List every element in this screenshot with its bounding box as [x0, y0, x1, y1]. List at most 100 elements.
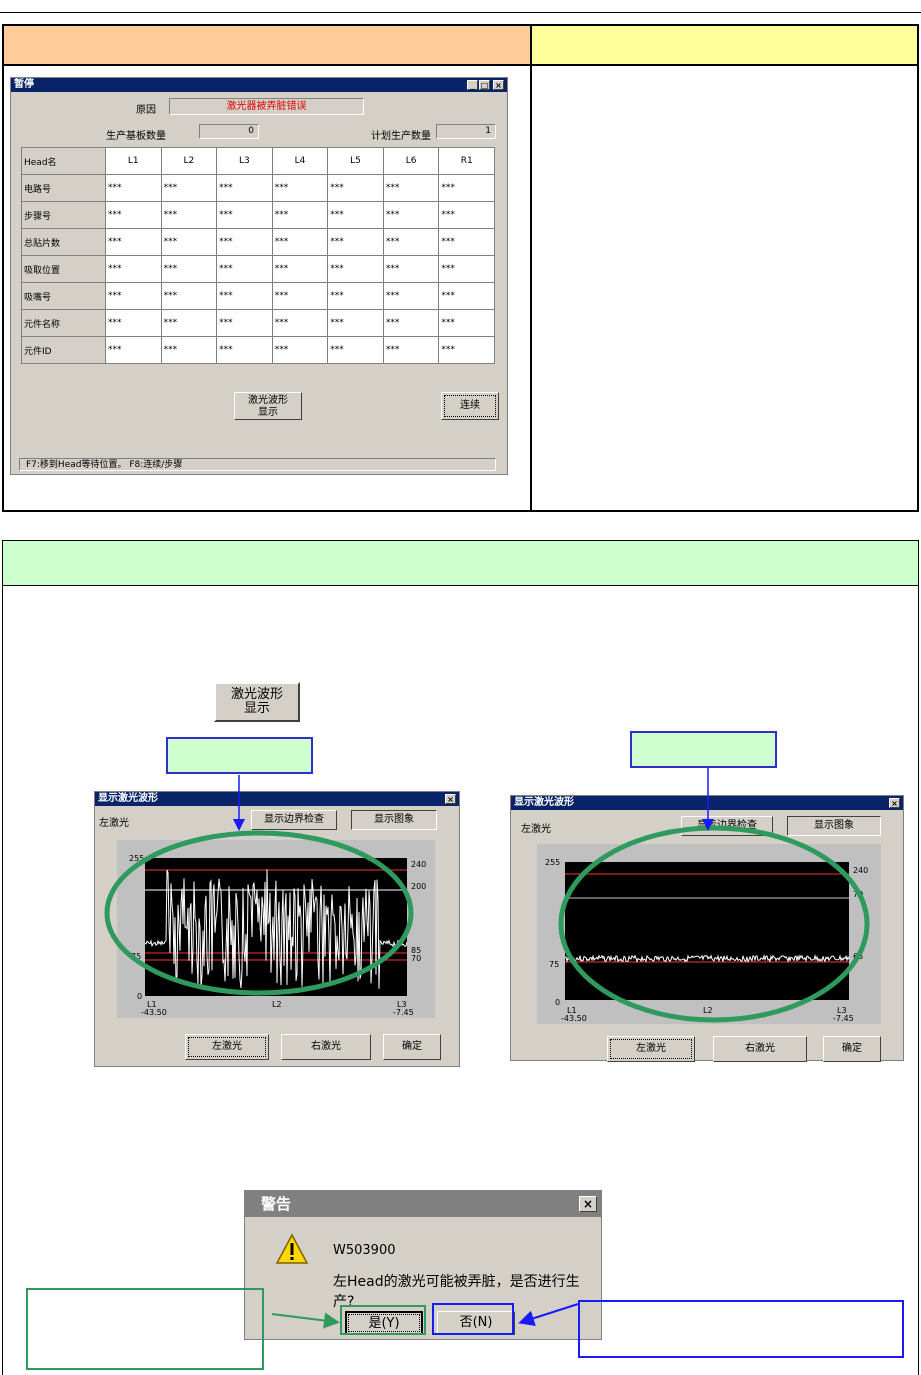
ok-button[interactable]: 确定 [823, 1036, 881, 1062]
yes-highlight [340, 1305, 426, 1335]
table-header-row: Head名 L1 L2 L3 L4 L5 L6 R1 [21, 147, 495, 175]
laser-waveform-button-line2: 显示 [258, 407, 278, 418]
table-cell: *** [271, 201, 329, 229]
table-cell: *** [382, 255, 440, 283]
close-icon[interactable]: × [493, 80, 504, 90]
table-cell: *** [216, 174, 273, 202]
table-cell: *** [216, 201, 273, 229]
close-icon[interactable]: × [889, 798, 900, 808]
table-cell: *** [438, 282, 495, 310]
table-cell: *** [438, 336, 495, 364]
table-cell: *** [327, 282, 384, 310]
table-cell: *** [160, 228, 218, 256]
table-cell: *** [216, 255, 273, 283]
boundary-check-button[interactable]: 显示边界检查 [251, 810, 337, 830]
table-cell: *** [271, 282, 329, 310]
table-cell: *** [327, 228, 384, 256]
show-image-button[interactable]: 显示图象 [787, 816, 881, 836]
column-header: L2 [160, 147, 218, 175]
y-right-70: 70 [853, 890, 864, 899]
reason-label: 原因 [136, 105, 156, 116]
planned-count-label: 计划生产数量 [371, 131, 431, 142]
y-label-75: 75 [549, 960, 560, 969]
table-cell: *** [160, 282, 218, 310]
boundary-check-button[interactable]: 显示边界检查 [681, 816, 773, 836]
column-header: L5 [327, 147, 384, 175]
x-label-l1-value: -43.50 [561, 1014, 587, 1023]
y-label-255: 255 [129, 854, 145, 863]
table-cell: *** [160, 201, 218, 229]
y-label-255: 255 [545, 858, 561, 867]
right-laser-button[interactable]: 右激光 [281, 1034, 371, 1060]
table-cell: *** [105, 282, 162, 310]
y-right-200: 200 [411, 882, 427, 891]
x-label-l2: L2 [272, 1000, 282, 1009]
x-label-l1-value: -43.50 [141, 1008, 167, 1017]
table-cell: *** [105, 255, 162, 283]
reason-field: 激光器被弄脏错误 [169, 98, 364, 115]
produced-count-label: 生产基板数量 [106, 131, 166, 142]
table-cell: *** [216, 336, 273, 364]
table-cell: *** [105, 309, 162, 337]
left-laser-label: 左激光 [521, 824, 551, 835]
continue-button[interactable]: 连续 [441, 392, 499, 420]
y-right-65: 65 [853, 952, 864, 961]
produced-count-field: 0 [199, 124, 259, 139]
waveform-dirty-title: 显示激光波形 [98, 793, 158, 804]
column-rule [530, 26, 532, 512]
waveform-panel-dirty: 255 75 0 240 200 85 70 L1 -43.50 L2 L3 -… [117, 840, 435, 1018]
pause-window: 暂停 _ □ × 原因 激光器被弄脏错误 生产基板数量 0 计划生产数量 1 H… [10, 77, 508, 475]
table-row: 吸嘴号 *** *** *** *** *** *** *** [21, 282, 495, 310]
header-rule [4, 64, 917, 66]
column-header: L4 [271, 147, 329, 175]
waveform-svg-clean [564, 873, 850, 964]
minimize-icon[interactable]: _ [467, 80, 478, 90]
laser-waveform-button-line1: 激光波形 [248, 395, 288, 406]
y-label-75: 75 [131, 952, 142, 961]
table-header-head: Head名 [21, 147, 106, 175]
laser-waveform-button-large-line1: 激光波形 [230, 687, 283, 702]
section-header-green [3, 541, 918, 586]
table-cell: *** [327, 201, 384, 229]
show-image-button[interactable]: 显示图象 [351, 810, 437, 830]
table-cell: *** [216, 228, 273, 256]
top-rule [0, 12, 921, 13]
table-cell: *** [271, 228, 329, 256]
table-row: 吸取位置 *** *** *** *** *** *** *** [21, 255, 495, 283]
close-icon[interactable]: × [579, 1196, 597, 1212]
table-cell: *** [105, 228, 162, 256]
row-label: 吸嘴号 [21, 282, 106, 310]
warning-titlebar: 警告 × [245, 1191, 601, 1217]
table-cell: *** [160, 336, 218, 364]
table-cell: *** [105, 336, 162, 364]
laser-waveform-button-large-line2: 显示 [243, 701, 270, 716]
left-laser-button[interactable]: 左激光 [185, 1034, 269, 1060]
waveform-panel-clean: 255 75 0 240 70 65 L1 -43.50 L2 L3 -7.45 [537, 844, 881, 1024]
left-laser-button[interactable]: 左激光 [607, 1036, 695, 1062]
close-icon[interactable]: × [445, 794, 456, 804]
table-cell: *** [382, 336, 440, 364]
waveform-svg-dirty [144, 869, 408, 989]
table-cell: *** [160, 255, 218, 283]
maximize-icon[interactable]: □ [479, 80, 490, 90]
pause-window-titlebar: 暂停 _ □ × [11, 78, 507, 92]
table-cell: *** [327, 336, 384, 364]
y-right-240: 240 [411, 860, 427, 869]
laser-waveform-button-large[interactable]: 激光波形 显示 [214, 682, 300, 722]
row-label: 元件名称 [21, 309, 106, 337]
table-cell: *** [438, 255, 495, 283]
table-cell: *** [216, 309, 273, 337]
laser-waveform-button[interactable]: 激光波形 显示 [234, 392, 302, 420]
table-cell: *** [382, 201, 440, 229]
status-bar: F7:移到Head等待位置。 F8:连续/步骤 [19, 458, 496, 471]
waveform-plot-clean [564, 862, 850, 1000]
x-label-l3-value: -7.45 [393, 1008, 414, 1017]
callout-no [578, 1300, 904, 1358]
right-laser-button[interactable]: 右激光 [713, 1036, 807, 1062]
planned-count-field: 1 [436, 124, 496, 139]
ok-button[interactable]: 确定 [383, 1034, 441, 1060]
table-row: 元件ID *** *** *** *** *** *** *** [21, 336, 495, 364]
table-cell: *** [438, 201, 495, 229]
table-row: 元件名称 *** *** *** *** *** *** *** [21, 309, 495, 337]
row-label: 步骤号 [21, 201, 106, 229]
